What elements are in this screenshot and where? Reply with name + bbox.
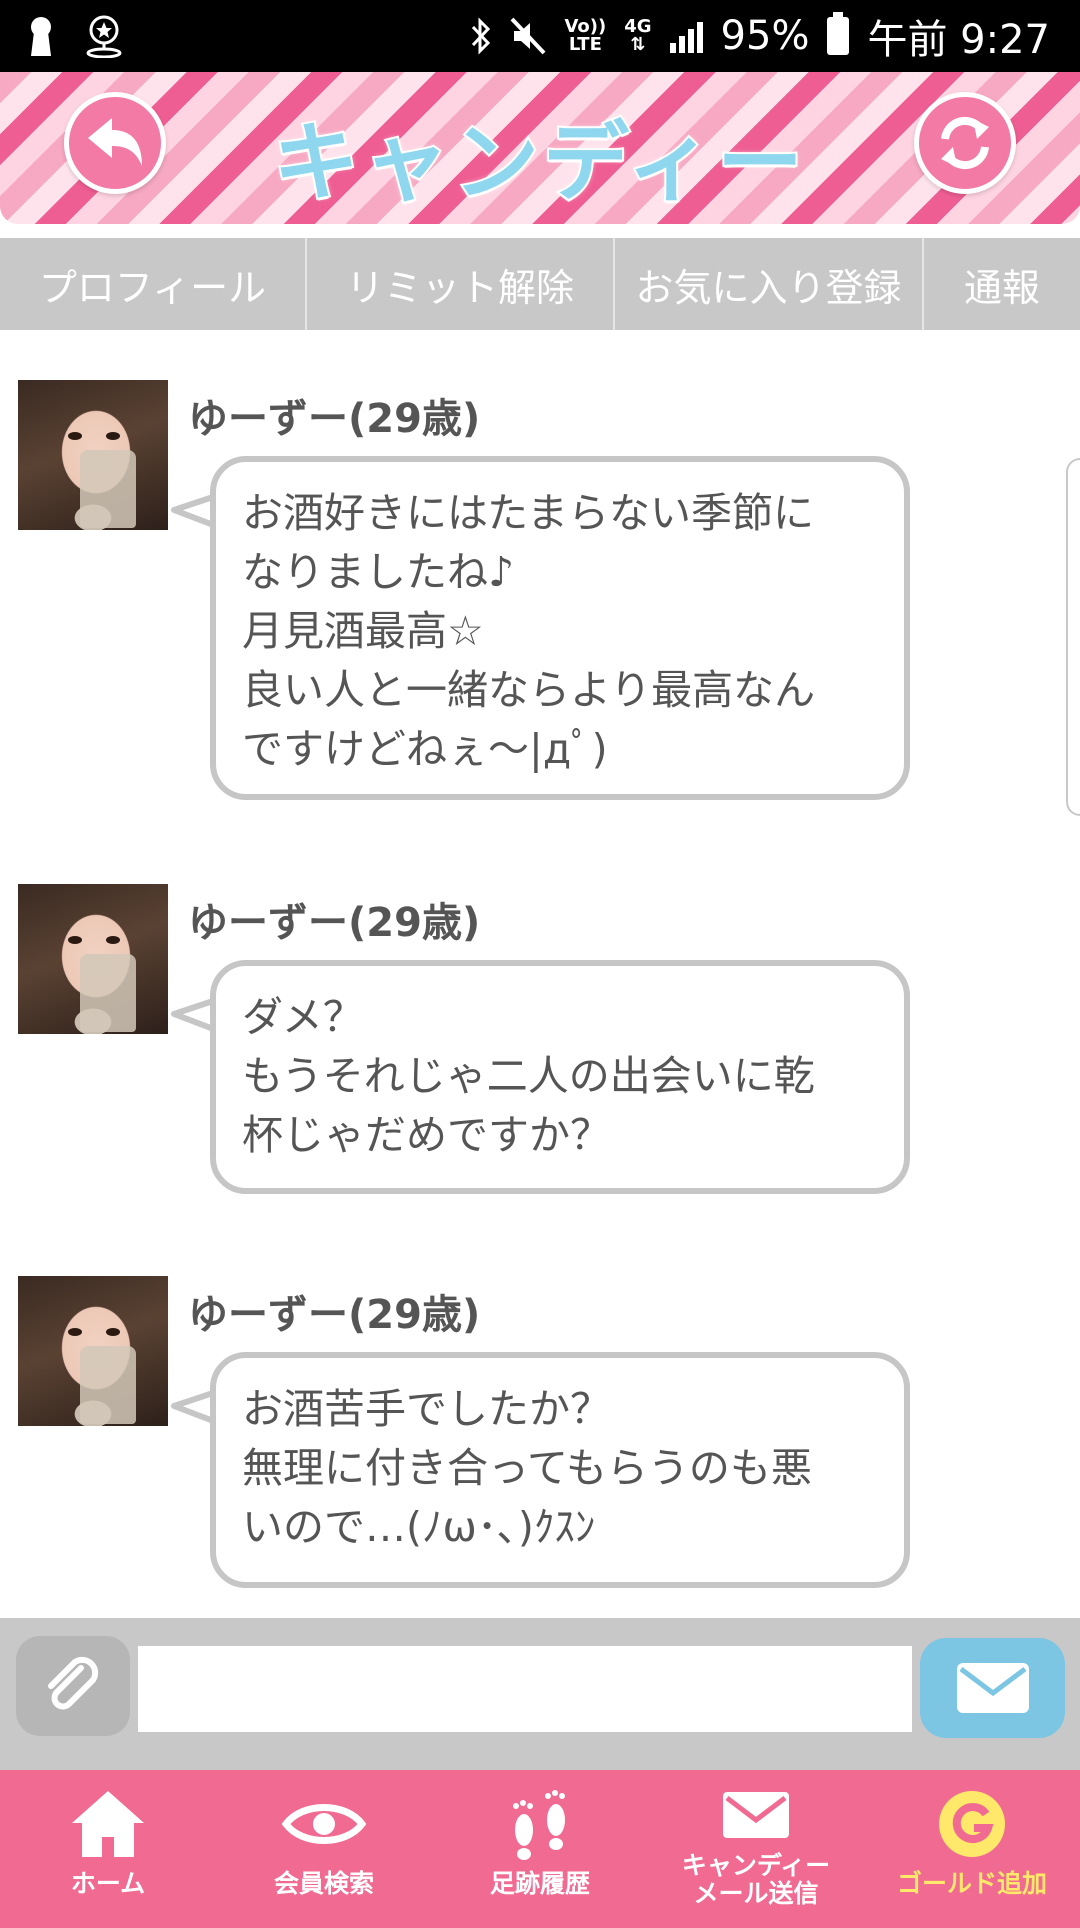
footprints-icon — [513, 1790, 565, 1860]
tab-report[interactable]: 通報 — [924, 238, 1080, 330]
tab-add-favorite[interactable]: お気に入り登録 — [615, 238, 924, 330]
sender-name: ゆーずー(29歳) — [188, 396, 481, 442]
nav-footprints[interactable]: 足跡履歴 — [432, 1770, 648, 1928]
message-item: ゆーずー(29歳) ダメ？ もうそれじゃ二人の出会いに乾 杯じゃだめですか？ — [0, 884, 1080, 1214]
refresh-icon — [941, 116, 989, 170]
bluetooth-icon — [472, 17, 491, 55]
message-list[interactable]: ゆーずー(29歳) お酒好きにはたまらない季節に なりましたね♪ 月見酒最高☆ … — [0, 330, 1080, 1615]
battery-percent: 95% — [720, 13, 810, 59]
message-bubble: お酒好きにはたまらない季節に なりましたね♪ 月見酒最高☆ 良い人と一緒ならより… — [210, 456, 910, 800]
message-item: ゆーずー(29歳) お酒苦手でしたか？ 無理に付き合ってもらうのも悪 いので…(… — [0, 1276, 1080, 1606]
tab-bar: プロフィール リミット解除 お気に入り登録 通報 — [0, 238, 1080, 330]
scroll-indicator[interactable] — [1066, 458, 1080, 816]
status-left — [28, 14, 124, 58]
nav-label: 足跡履歴 — [489, 1869, 590, 1898]
nav-label: ゴールド追加 — [896, 1869, 1047, 1898]
avatar[interactable] — [18, 380, 168, 530]
location-badge-icon — [86, 15, 122, 58]
volte-bottom-text: LTE — [568, 34, 602, 55]
nav-candy-mail[interactable]: キャンディー メール送信 — [648, 1770, 864, 1928]
mail-icon — [723, 1792, 789, 1838]
data-arrows-icon: ⇅ — [630, 34, 646, 55]
tab-limit-release[interactable]: リミット解除 — [307, 238, 615, 330]
network-indicator: 4G ⇅ — [624, 18, 651, 54]
attach-button[interactable] — [16, 1636, 130, 1736]
nav-gold-add[interactable]: ゴールド追加 — [864, 1770, 1080, 1928]
nav-label: 会員検索 — [273, 1869, 374, 1898]
clock: 午前 9:27 — [867, 17, 1050, 63]
battery-icon — [827, 12, 850, 55]
nav-label: ホーム — [70, 1869, 146, 1898]
home-icon — [72, 1791, 144, 1857]
message-bubble: お酒苦手でしたか？ 無理に付き合ってもらうのも悪 いので…(ﾉω･､)ｸｽﾝ — [210, 1352, 910, 1588]
mute-icon — [511, 17, 546, 55]
compose-bar — [0, 1618, 1080, 1770]
status-bar: Vo)) LTE 4G ⇅ 95% 午前 9:27 — [0, 0, 1080, 72]
message-item: ゆーずー(29歳) お酒好きにはたまらない季節に なりましたね♪ 月見酒最高☆ … — [0, 380, 1080, 810]
signal-icon — [669, 19, 703, 53]
volte-indicator: Vo)) LTE — [564, 18, 606, 54]
refresh-button[interactable] — [914, 92, 1016, 194]
nav-home[interactable]: ホーム — [0, 1770, 216, 1928]
send-button[interactable] — [920, 1638, 1065, 1738]
keyhole-icon — [31, 17, 51, 56]
avatar[interactable] — [18, 884, 168, 1034]
tab-profile[interactable]: プロフィール — [0, 238, 307, 330]
status-right: Vo)) LTE 4G ⇅ 95% 午前 9:27 — [470, 7, 1050, 65]
sender-name: ゆーずー(29歳) — [188, 1292, 481, 1338]
paperclip-icon — [48, 1656, 99, 1710]
eye-icon — [282, 1804, 366, 1844]
nav-label: キャンディー メール送信 — [681, 1851, 831, 1908]
app-header: キャンディー — [0, 72, 1080, 224]
gold-coin-icon — [939, 1791, 1005, 1857]
avatar[interactable] — [18, 1276, 168, 1426]
envelope-icon — [956, 1663, 1029, 1713]
nav-member-search[interactable]: 会員検索 — [216, 1770, 432, 1928]
sender-name: ゆーずー(29歳) — [188, 900, 481, 946]
message-input[interactable] — [138, 1646, 912, 1732]
message-bubble: ダメ？ もうそれじゃ二人の出会いに乾 杯じゃだめですか？ — [210, 960, 910, 1194]
bottom-nav: ホーム 会員検索 足跡履歴 キャンディー メール送信 ゴールド追加 — [0, 1770, 1080, 1928]
